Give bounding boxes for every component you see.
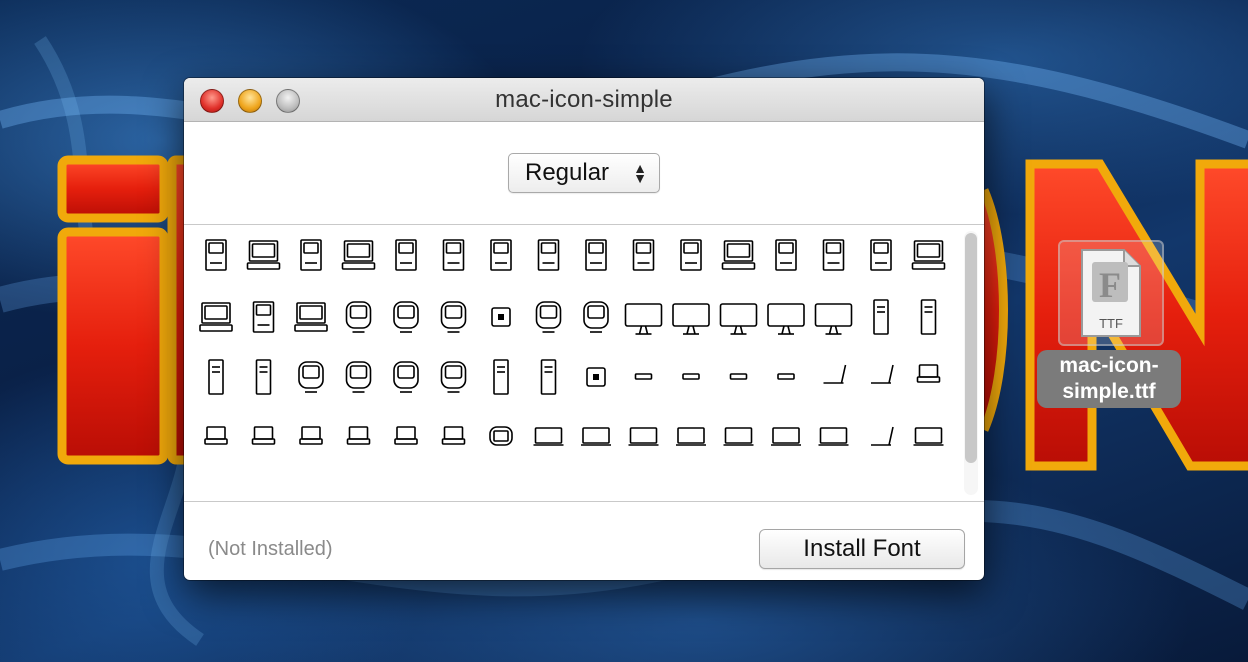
glyph-imac-dv <box>440 301 467 333</box>
glyph-classic-mac <box>680 239 702 271</box>
glyph-classic-mac <box>300 239 322 271</box>
font-style-value: Regular <box>525 159 610 186</box>
desktop-file-icon[interactable]: F TTF <box>1058 240 1164 346</box>
glyph-ibook-clamshell <box>489 426 513 446</box>
glyph-xserve <box>634 373 653 380</box>
glyph-powerbook-side <box>871 364 894 384</box>
glyph-macbook-pro <box>723 427 754 446</box>
glyph-imac <box>672 303 710 335</box>
glyph-mac-se <box>442 239 465 271</box>
glyph-grid <box>194 233 956 495</box>
glyph-ibook <box>581 427 611 446</box>
glyph-macbook-pro <box>771 427 801 446</box>
glyph-powerbook <box>251 426 276 445</box>
close-icon[interactable] <box>200 89 224 113</box>
glyph-imac-wide <box>535 301 562 333</box>
glyph-cinema-display-wide <box>814 303 853 335</box>
glyph-powerbook-g4 <box>533 427 564 446</box>
glyph-cinema-display-wide <box>767 303 805 335</box>
glyph-classic-mac <box>205 239 227 271</box>
install-status: (Not Installed) <box>208 538 333 560</box>
install-font-button[interactable]: Install Font <box>759 529 965 569</box>
window-title: mac-icon-simple <box>495 85 673 113</box>
glyph-powerbook <box>394 426 418 445</box>
glyph-xserve <box>729 373 748 380</box>
glyph-xserve <box>682 373 700 380</box>
glyph-powerbook <box>346 426 371 445</box>
glyph-mac-mini <box>586 367 606 387</box>
glyph-cinema-display <box>719 303 758 335</box>
font-style-popup[interactable]: Regular ▲ ▼ <box>508 153 660 193</box>
glyph-emac <box>393 301 419 333</box>
glyph-cube <box>491 307 511 327</box>
glyph-mac-ii <box>341 240 376 270</box>
style-row: Regular ▲ ▼ <box>184 122 984 224</box>
font-preview-window: mac-icon-simple Regular ▲ ▼ (Not Installe… <box>184 78 984 580</box>
glyph-mac-lc <box>585 239 607 271</box>
glyph-powerbook-100 <box>916 364 941 383</box>
wallpaper-letter-shape <box>979 188 1008 432</box>
glyph-mac-color-classic <box>490 239 512 271</box>
glyph-classic-mac <box>395 239 417 271</box>
glyph-classic-mac <box>870 239 892 271</box>
glyph-mac-with-keyboard <box>246 240 281 270</box>
glyph-classic-mac <box>775 239 797 271</box>
glyph-powerbook <box>299 426 323 445</box>
glyph-powermac <box>252 301 275 333</box>
glyph-mac-quadra <box>199 302 233 332</box>
glyph-tower-g3 <box>255 359 272 395</box>
glyph-tower-g4-qs <box>393 361 419 393</box>
file-glyph: F <box>1099 265 1121 305</box>
file-type-label: TTF <box>1099 316 1123 331</box>
glyph-powerbook <box>204 426 228 445</box>
desktop-file-label[interactable]: mac-icon-simple.ttf <box>1037 350 1181 408</box>
window-footer: (Not Installed) Install Font <box>184 502 984 580</box>
minimize-icon[interactable] <box>238 89 262 113</box>
glyph-mac-centris <box>911 240 946 270</box>
glyph-tower-slim <box>873 299 889 335</box>
window-controls <box>200 89 300 113</box>
glyph-preview-area[interactable] <box>184 224 984 502</box>
glyph-grid-canvas <box>199 239 946 446</box>
glyph-twentieth-anniversary-mac <box>294 302 328 332</box>
wallpaper-letter-shape <box>57 155 169 223</box>
glyph-macbook <box>676 427 706 446</box>
up-down-chevron-icon: ▲ ▼ <box>633 160 647 186</box>
glyph-tower-beige <box>208 359 224 395</box>
glyph-ibook <box>628 427 659 446</box>
glyph-macbook-air-side <box>871 426 894 446</box>
scrollbar-thumb[interactable] <box>965 233 977 463</box>
glyph-macbook-pro <box>818 427 849 446</box>
glyph-mac-performa <box>721 240 756 270</box>
glyph-imac-g5 <box>624 303 663 335</box>
zoom-icon[interactable] <box>276 89 300 113</box>
window-titlebar[interactable]: mac-icon-simple <box>184 78 984 122</box>
glyph-classic-mac <box>822 239 845 271</box>
glyph-xserve <box>777 373 795 380</box>
glyph-imac-g3 <box>345 301 372 333</box>
vertical-scrollbar[interactable] <box>964 231 978 495</box>
glyph-macbook-air <box>913 427 944 446</box>
glyph-classic-mac <box>632 239 655 271</box>
glyph-imac-g4 <box>583 301 609 333</box>
glyph-tower-g5 <box>440 361 467 393</box>
wallpaper-letter-shape <box>57 227 169 465</box>
glyph-powerbook <box>441 426 466 445</box>
ttf-font-file-icon: F TTF <box>1081 249 1141 337</box>
glyph-mac-pro <box>493 359 509 395</box>
glyph-tower-g4-mdd <box>345 361 372 393</box>
glyph-classic-mac <box>537 239 560 271</box>
glyph-powerbook-open <box>823 364 847 384</box>
glyph-tower-g4 <box>298 361 324 393</box>
glyph-mac-pro <box>540 359 557 395</box>
glyph-tower <box>920 299 937 335</box>
